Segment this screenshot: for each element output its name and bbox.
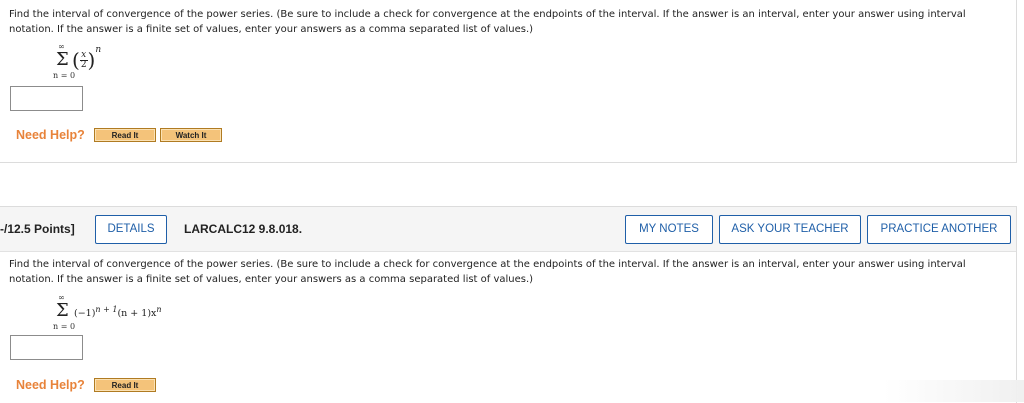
term-exponent: n + 1 [95, 305, 118, 314]
fraction-numerator: x [79, 49, 88, 61]
sum-lower-limit: n = 0 [53, 71, 76, 80]
term-base: (−1) [74, 308, 96, 320]
watch-it-button[interactable]: Watch It [160, 128, 222, 142]
question-instructions: Find the interval of convergence of the … [9, 259, 966, 285]
series-term: (x 2)n [72, 45, 102, 72]
term-rest-exponent: n [156, 305, 162, 314]
sum-lower-limit: n = 0 [53, 322, 76, 331]
question-card-1: Find the interval of convergence of the … [0, 0, 1017, 163]
question-card-2: -/12.5 Points] DETAILS LARCALC12 9.8.018… [0, 206, 1017, 403]
fraction: x2 [79, 49, 88, 70]
term-rest: (n + 1)x [117, 308, 157, 320]
points-label: -/12.5 Points] [0, 222, 75, 236]
power-series-expression: ∞ Σ (x 2)n n = 0 [50, 42, 140, 82]
power-series-expression: ∞ Σ (−1)n + 1(n + 1)xn n = 0 [50, 293, 210, 333]
page-edge-shadow [884, 380, 1024, 402]
answer-input[interactable] [10, 335, 83, 360]
ask-your-teacher-button[interactable]: ASK YOUR TEACHER [719, 215, 861, 244]
need-help-label: Need Help? [16, 378, 85, 392]
read-it-button[interactable]: Read It [94, 128, 156, 142]
series-term: (−1)n + 1(n + 1)xn [74, 305, 162, 319]
practice-another-button[interactable]: PRACTICE ANOTHER [867, 215, 1011, 244]
answer-input[interactable] [10, 86, 83, 111]
fraction-denominator: 2 [80, 59, 87, 70]
details-button[interactable]: DETAILS [95, 215, 167, 244]
question-header: -/12.5 Points] DETAILS LARCALC12 9.8.018… [0, 207, 1016, 252]
need-help-label: Need Help? [16, 128, 85, 142]
read-it-button[interactable]: Read It [94, 378, 156, 392]
sigma-symbol: Σ [56, 300, 69, 321]
question-instructions: Find the interval of convergence of the … [9, 9, 966, 35]
series-exponent: n [95, 45, 102, 56]
sigma-symbol: Σ [56, 49, 69, 70]
problem-id: LARCALC12 9.8.018. [184, 222, 303, 236]
my-notes-button[interactable]: MY NOTES [625, 215, 713, 244]
